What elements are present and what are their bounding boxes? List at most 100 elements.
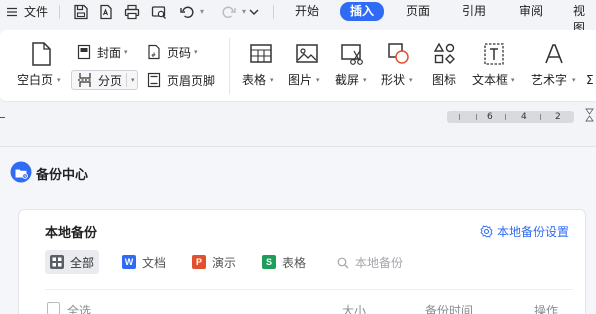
divider [126, 73, 128, 87]
horizontal-ruler: 6 4 2 [0, 108, 596, 128]
chevron-down-icon[interactable]: ▾ [270, 76, 274, 84]
cover-button[interactable]: 封面 ▾ [76, 42, 128, 62]
blank-page-button[interactable]: 空白页 [17, 73, 53, 87]
tab-reference[interactable]: 引用 [462, 3, 486, 20]
backup-center-title: 备份中心 [36, 168, 89, 183]
blank-page-icon[interactable] [27, 40, 55, 68]
ruler-number: 4 [521, 112, 527, 122]
column-size[interactable]: 大小 [342, 302, 366, 314]
tab-review[interactable]: 审阅 [519, 3, 543, 20]
chevron-down-icon[interactable]: ▾ [409, 76, 413, 84]
textbox-icon[interactable] [480, 40, 508, 68]
cover-label: 封面 [97, 45, 122, 60]
filter-slides-label: 演示 [212, 255, 237, 270]
divider [59, 5, 60, 19]
ribbon-toolbar: 空白页 ▾ 封面 ▾ # 页码 ▾ 分页 ▾ 页眉页脚 表格 ▾ 图片 ▾ 截屏… [0, 30, 596, 102]
picture-button[interactable]: 图片 [288, 73, 312, 87]
ruler-tick [459, 114, 460, 120]
tab-page[interactable]: 页面 [406, 3, 430, 20]
menu-icon[interactable] [6, 6, 18, 18]
filter-sheets[interactable]: S 表格 [257, 250, 311, 274]
ruler-tick [540, 114, 541, 120]
divider [45, 289, 573, 290]
search-placeholder: 本地备份 [355, 256, 404, 270]
icon-library-icon[interactable] [431, 40, 459, 68]
tab-insert[interactable]: 插入 [340, 2, 385, 21]
undo-icon[interactable] [178, 3, 196, 21]
screenshot-button[interactable]: 截屏 [335, 73, 359, 87]
wordart-icon[interactable] [540, 40, 568, 68]
column-backup-time[interactable]: 备份时间 [425, 302, 473, 314]
page-break-icon [78, 73, 92, 87]
cover-icon [77, 44, 91, 60]
svg-text:#: # [151, 52, 156, 59]
print-preview-icon[interactable] [150, 3, 168, 21]
chevron-down-icon: ▾ [131, 76, 135, 84]
filter-docs[interactable]: W 文档 [117, 250, 171, 274]
local-backup-title: 本地备份 [45, 226, 98, 241]
picture-icon[interactable] [293, 40, 321, 68]
filter-slides[interactable]: P 演示 [187, 250, 241, 274]
chevron-down-icon[interactable]: ▾ [57, 76, 61, 84]
page-number-icon: # [148, 44, 160, 60]
undo-dropdown-icon[interactable]: ▾ [200, 7, 204, 16]
ruler-track: 6 4 2 [447, 111, 574, 123]
chevron-down-icon: ▾ [194, 48, 198, 56]
settings-gear-icon [480, 225, 493, 238]
table-button[interactable]: 表格 [242, 73, 266, 87]
backup-center-panel: 备份中心 本地备份 本地备份设置 全部 W 文档 P 演示 S 表格 本地备份 [0, 146, 596, 314]
file-menu[interactable]: 文件 [24, 4, 48, 20]
all-files-icon [50, 255, 64, 269]
column-actions: 操作 [534, 304, 559, 314]
header-footer-icon [147, 72, 161, 88]
ruler-number: 6 [487, 112, 493, 122]
ruler-tick [505, 114, 506, 120]
local-backup-card: 本地备份 本地备份设置 全部 W 文档 P 演示 S 表格 本地备份 全选 大小… [18, 209, 586, 314]
backup-center-icon [10, 161, 32, 183]
page-break-button[interactable]: 分页 ▾ [71, 70, 138, 90]
chevron-down-icon[interactable]: ▾ [511, 76, 515, 84]
tab-start[interactable]: 开始 [295, 3, 319, 20]
header-footer-label: 页眉页脚 [167, 73, 216, 88]
divider [229, 38, 230, 94]
indent-marker-icon[interactable] [585, 108, 594, 126]
presentation-icon: P [192, 255, 206, 269]
redo-icon[interactable] [220, 3, 238, 21]
table-icon[interactable] [247, 40, 275, 68]
more-chevron-icon[interactable] [245, 3, 263, 21]
word-doc-icon: W [122, 255, 136, 269]
page-break-label: 分页 [98, 73, 123, 88]
export-pdf-icon[interactable] [97, 3, 115, 21]
ruler-tick [476, 114, 477, 120]
menu-bar: 文件 ▾ ▾ 开始 插入 页面 引用 审阅 视图 [0, 0, 596, 35]
icon-button[interactable]: 图标 [432, 73, 456, 87]
filter-docs-label: 文档 [142, 255, 167, 270]
chevron-down-icon[interactable]: ▾ [316, 76, 320, 84]
column-select-all[interactable]: 全选 [67, 302, 91, 314]
spreadsheet-icon: S [262, 255, 276, 269]
page-number-button[interactable]: # 页码 ▾ [146, 42, 198, 62]
backup-search-input[interactable]: 本地备份 [337, 254, 403, 271]
search-icon [337, 257, 349, 268]
chevron-down-icon[interactable]: ▾ [363, 76, 367, 84]
print-icon[interactable] [123, 3, 141, 21]
ruler-marker [0, 117, 5, 118]
divider [273, 5, 274, 19]
wordart-button[interactable]: 艺术字 [531, 73, 567, 87]
chevron-down-icon[interactable]: ▾ [572, 76, 576, 84]
filter-all-label: 全部 [70, 255, 95, 270]
save-icon[interactable] [72, 3, 90, 21]
textbox-button[interactable]: 文本框 [472, 73, 508, 87]
shape-button[interactable]: 形状 [381, 73, 405, 87]
scissors-icon[interactable] [339, 40, 367, 68]
symbol-icon[interactable]: Σ [586, 73, 594, 87]
filter-sheets-label: 表格 [282, 255, 307, 270]
local-backup-settings-link[interactable]: 本地备份设置 [480, 223, 569, 240]
select-all-checkbox[interactable] [47, 302, 60, 314]
page-number-label: 页码 [167, 45, 192, 60]
chevron-down-icon: ▾ [124, 48, 128, 56]
filter-all[interactable]: 全部 [45, 250, 100, 274]
ruler-number: 2 [555, 112, 561, 122]
header-footer-button[interactable]: 页眉页脚 [146, 70, 215, 90]
shape-icon[interactable] [385, 40, 413, 68]
